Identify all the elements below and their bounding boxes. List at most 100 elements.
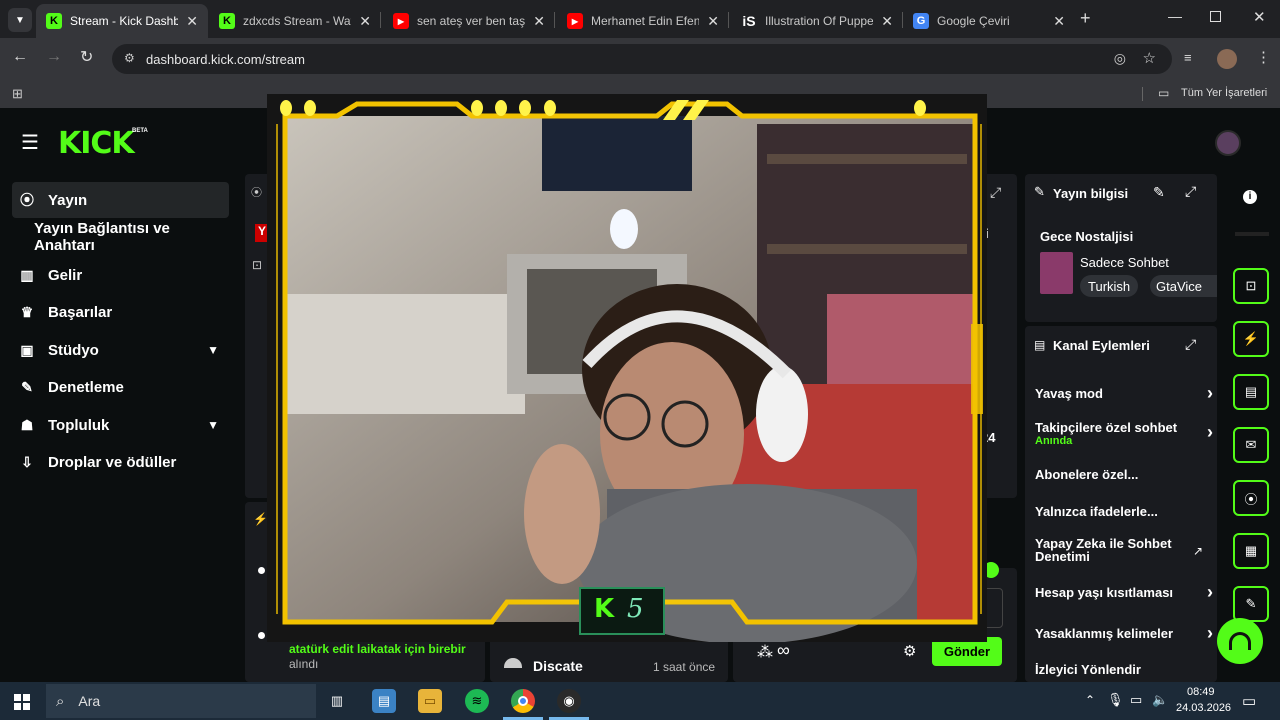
eye-off-icon[interactable]: ◎ [1114, 50, 1126, 67]
sidebar-item-stream-key[interactable]: Yayın Bağlantısı ve Anahtarı [12, 219, 229, 255]
sidebar-item-droplar[interactable]: ⇩ Droplar ve ödüller [12, 444, 229, 480]
obs-icon[interactable]: ◉ [557, 689, 581, 713]
action-ai-moderation[interactable]: Yapay Zeka ile Sohbet Denetimi [1035, 537, 1190, 563]
wrench-icon: ✎ [1034, 184, 1045, 199]
sidebar-item-denetleme[interactable]: ✎ Denetleme [12, 369, 229, 405]
close-icon[interactable]: ✕ [359, 13, 371, 30]
trophy-icon: ♛ [20, 303, 34, 320]
close-icon[interactable]: ✕ [707, 13, 719, 30]
reload-icon[interactable]: ↻ [80, 47, 93, 67]
clock-date[interactable]: 24.03.2026 [1176, 702, 1231, 714]
bolt-icon[interactable]: ⚡ [1233, 321, 1269, 357]
emotes-icon[interactable]: ⁂ [757, 642, 773, 662]
chrome-icon[interactable] [511, 689, 535, 713]
close-window-icon[interactable]: ✕ [1253, 8, 1266, 26]
menu-icon[interactable]: ⋮ [1256, 48, 1271, 66]
sidebar-item-topluluk[interactable]: ☗ Topluluk ▼ [12, 407, 229, 443]
support-chat-button[interactable] [1217, 618, 1263, 664]
sidebar-item-label: Droplar ve ödüller [48, 453, 177, 471]
sidebar-item-label: Gelir [48, 266, 83, 284]
browser-tab-4[interactable]: iS Illustration Of Puppe ✕ [731, 4, 903, 38]
browser-tab-3[interactable]: ▶ Merhamet Edin Efend ✕ [557, 4, 729, 38]
close-icon[interactable]: ✕ [533, 13, 545, 30]
infinity-text: ∞ [777, 640, 790, 660]
network-icon[interactable]: ▭ [1130, 692, 1142, 708]
browser-tab-2[interactable]: ▶ sen ateş ver ben taş v ✕ [383, 4, 555, 38]
user-avatar[interactable] [1215, 130, 1241, 156]
sidebar-item-basarilar[interactable]: ♛ Başarılar [12, 294, 229, 330]
sidebar-item-gelir[interactable]: ▥ Gelir [12, 257, 229, 293]
browser-tab-5[interactable]: G Google Çeviri ✕ [903, 4, 1075, 38]
edit-pencil-icon[interactable]: ✎ [1153, 184, 1165, 201]
chevron-up-icon[interactable]: ⌃ [1085, 693, 1095, 707]
new-tab-button[interactable]: + [1080, 8, 1091, 29]
clock-time[interactable]: 08:49 [1187, 686, 1215, 698]
hamburger-menu-icon[interactable]: ☰ [21, 130, 39, 155]
tab-search-button[interactable]: ▼ [8, 8, 32, 32]
close-icon[interactable]: ✕ [881, 13, 893, 30]
expand-icon[interactable]: ⤢ [990, 184, 1001, 201]
address-bar-row: ← → ↻ ⚙ dashboard.kick.com/stream ◎ ☆ ≡ … [0, 38, 1280, 80]
apps-grid-icon[interactable]: ⊞ [12, 86, 23, 102]
star-icon[interactable]: ☆ [1143, 49, 1156, 67]
action-slow-mode[interactable]: Yavaş mod › [1035, 383, 1213, 403]
site-info-icon[interactable]: ⚙ [124, 51, 135, 65]
avatar[interactable] [1217, 49, 1237, 69]
category-thumbnail [1040, 252, 1073, 294]
sidebar-item-yayin[interactable]: ⦿ Yayın [12, 182, 229, 218]
kick-logo[interactable]: KICK [58, 126, 135, 161]
sidebar-item-studyo[interactable]: ▣ Stüdyo ▼ [12, 332, 229, 368]
tag-turkish[interactable]: Turkish [1080, 275, 1139, 297]
headset-icon [1229, 632, 1251, 650]
panel-icon[interactable]: ▦ [1233, 533, 1269, 569]
spotify-icon[interactable]: ≋ [465, 689, 489, 713]
forward-icon[interactable]: → [46, 48, 62, 66]
reading-list-icon[interactable]: ≡ [1184, 50, 1192, 65]
broadcast-icon[interactable]: ⦿ [1233, 480, 1269, 516]
action-subscribers-only[interactable]: Abonelere özel... [1035, 467, 1207, 482]
action-banned-words[interactable]: Yasaklanmış kelimeler › [1035, 623, 1213, 643]
youtube-icon: ▶ [567, 13, 583, 29]
action-raid[interactable]: İzleyici Yönlendir [1035, 662, 1207, 677]
close-icon[interactable]: ✕ [186, 13, 198, 30]
minimize-icon[interactable]: — [1168, 8, 1182, 24]
popout-icon[interactable]: ⤢ [1185, 336, 1196, 353]
all-bookmarks-link[interactable]: Tüm Yer İşaretleri [1181, 87, 1267, 99]
notes-icon[interactable]: ▤ [1233, 374, 1269, 410]
webcam-frame [267, 94, 987, 644]
bolt-icon: ⚡ [253, 512, 268, 526]
action-label: Yalnızca ifadelerle... [1035, 504, 1158, 519]
info-icon[interactable]: i [1243, 190, 1257, 204]
browser-tab-0[interactable]: K Stream - Kick Dashbo ✕ [36, 4, 208, 38]
browser-tab-1[interactable]: K zdxcds Stream - Watc ✕ [209, 4, 381, 38]
search-placeholder: Ara [78, 693, 101, 709]
chevron-right-icon: › [1207, 383, 1213, 403]
action-account-age[interactable]: Hesap yaşı kısıtlaması › [1035, 582, 1213, 602]
windows-start-icon[interactable] [14, 694, 30, 710]
popout-icon[interactable]: ⤢ [1185, 183, 1196, 200]
volume-icon[interactable]: 🔈 [1152, 692, 1168, 708]
kick-logo-icon: K [219, 13, 235, 29]
restore-icon[interactable] [1210, 11, 1221, 22]
drops-icon: ⇩ [21, 453, 33, 470]
broadcast-icon: ⦿ [251, 187, 262, 199]
action-followers-only[interactable]: Takipçilere özel sohbet Anında › [1035, 420, 1213, 447]
tab-title: sen ateş ver ben taş v [417, 14, 526, 28]
taskbar-search-box[interactable]: ⌕ Ara [46, 684, 316, 718]
camera-icon[interactable]: ⊡ [1233, 268, 1269, 304]
microphone-icon[interactable]: 🎙 [1107, 692, 1124, 708]
url-input[interactable]: ⚙ dashboard.kick.com/stream ◎ ☆ [112, 44, 1172, 74]
action-emotes-only[interactable]: Yalnızca ifadelerle... [1035, 504, 1207, 519]
action-label: Takipçilere özel sohbet [1035, 420, 1178, 435]
control-panel-icon[interactable]: ▤ [372, 689, 396, 713]
chat-bubble-icon[interactable]: ✉ [1233, 427, 1269, 463]
beta-badge: BETA [132, 128, 148, 134]
back-icon[interactable]: ← [12, 48, 28, 66]
task-view-icon[interactable]: ▥ [325, 689, 349, 713]
wrench-icon[interactable]: ✎ [1233, 586, 1269, 622]
notifications-icon[interactable]: ▭ [1242, 692, 1256, 710]
file-explorer-icon[interactable]: ▭ [418, 689, 442, 713]
settings-gear-icon[interactable]: ⚙ [903, 642, 916, 660]
tag-gtavice[interactable]: GtaVice [1150, 275, 1217, 297]
close-icon[interactable]: ✕ [1053, 13, 1065, 30]
